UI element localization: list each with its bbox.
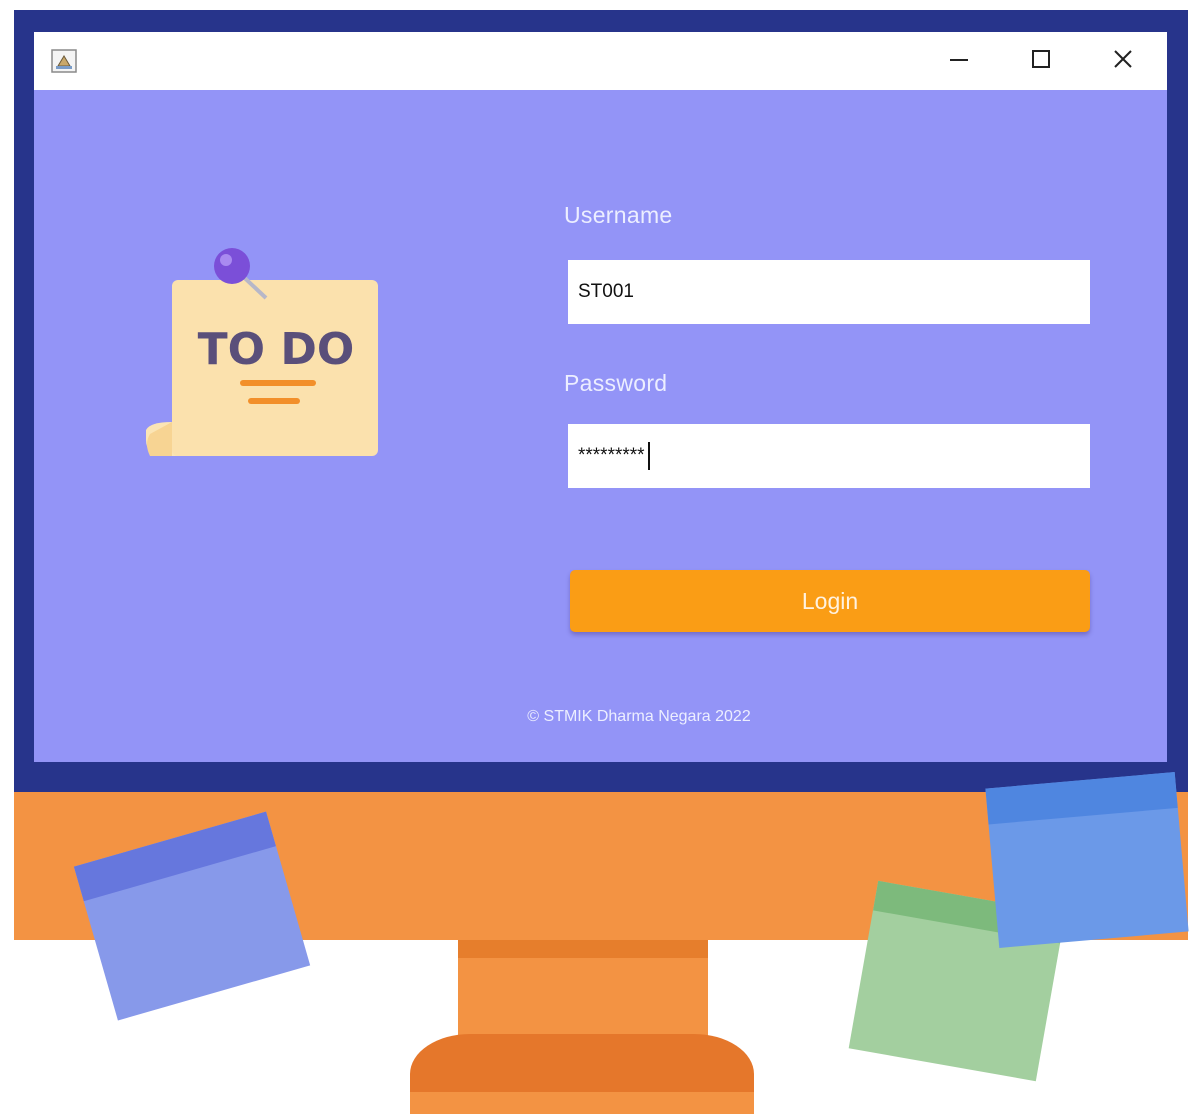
todo-note-icon: TO DO	[142, 244, 382, 464]
desktop-illustration: TO DO Username Password Login © STMIK Dh…	[0, 0, 1191, 1118]
password-label: Password	[564, 370, 668, 396]
close-icon	[1112, 48, 1134, 75]
copyright-text: © STMIK Dharma Negara 2022	[527, 708, 751, 725]
title-bar[interactable]	[34, 32, 1167, 90]
minimize-button[interactable]	[928, 40, 990, 82]
maximize-icon	[1030, 48, 1052, 75]
username-label: Username	[564, 202, 673, 228]
minimize-icon	[948, 48, 970, 75]
close-button[interactable]	[1092, 40, 1154, 82]
java-app-icon	[50, 48, 78, 74]
maximize-button[interactable]	[1010, 40, 1072, 82]
sticky-note-blue	[985, 772, 1189, 948]
svg-text:TO DO: TO DO	[198, 324, 355, 375]
monitor-neck-shadow	[458, 940, 708, 958]
text-caret	[648, 442, 650, 470]
login-button[interactable]: Login	[570, 570, 1090, 632]
login-window: TO DO Username Password Login © STMIK Dh…	[34, 32, 1167, 762]
username-input[interactable]	[568, 260, 1090, 324]
password-input[interactable]	[568, 424, 1090, 488]
monitor-stand-base	[410, 1092, 754, 1114]
